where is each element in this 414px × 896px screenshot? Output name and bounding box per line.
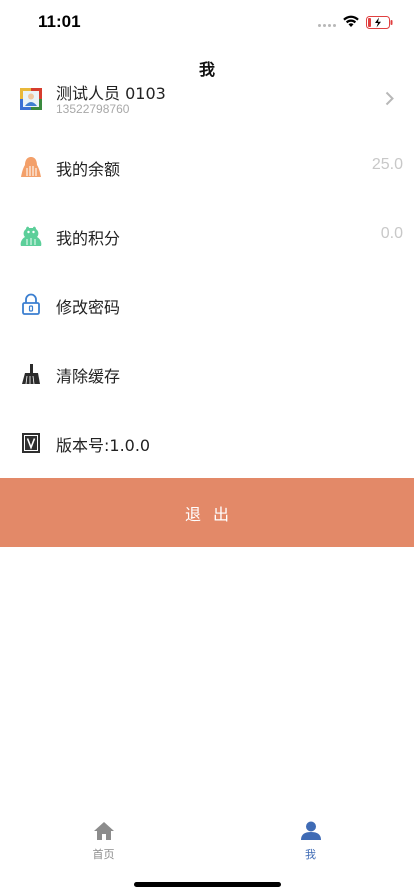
user-card-icon xyxy=(20,88,42,110)
version-row: 版本号:1.0.0 xyxy=(0,409,414,478)
points-icon xyxy=(20,226,42,246)
points-label: 我的积分 xyxy=(56,229,121,248)
tab-home[interactable]: 首页 xyxy=(0,812,207,872)
chevron-right-icon xyxy=(385,91,394,106)
lock-icon xyxy=(22,293,40,315)
wallet-icon xyxy=(21,157,41,177)
points-value: 0.0 xyxy=(380,225,403,242)
clear-cache-label: 清除缓存 xyxy=(56,367,121,386)
home-indicator xyxy=(134,882,281,887)
status-time: 11:01 xyxy=(38,12,81,31)
tab-me[interactable]: 我 xyxy=(207,812,414,872)
home-icon xyxy=(93,822,114,840)
broom-icon xyxy=(22,364,40,385)
tab-me-label: 我 xyxy=(305,848,316,861)
points-row[interactable]: 我的积分 0.0 xyxy=(0,202,414,271)
profile-row[interactable]: 测试人员 0103 13522798760 xyxy=(0,64,414,133)
clear-cache-row[interactable]: 清除缓存 xyxy=(0,340,414,409)
version-label: 版本号:1.0.0 xyxy=(56,436,151,455)
profile-phone: 13522798760 xyxy=(56,102,130,116)
status-bar: 11:01 xyxy=(0,0,414,44)
balance-row[interactable]: 我的余额 25.0 xyxy=(0,133,414,202)
profile-name: 测试人员 0103 xyxy=(56,84,166,103)
person-icon xyxy=(300,821,321,840)
logout-button[interactable]: 退出 xyxy=(0,478,414,547)
tab-home-label: 首页 xyxy=(92,848,115,861)
balance-label: 我的余额 xyxy=(56,160,121,179)
battery-icon xyxy=(366,16,393,29)
wifi-icon xyxy=(343,15,359,27)
change-password-label: 修改密码 xyxy=(56,298,121,317)
change-password-row[interactable]: 修改密码 xyxy=(0,271,414,340)
signal-icon xyxy=(318,24,338,28)
version-icon xyxy=(22,433,40,453)
balance-value: 25.0 xyxy=(371,156,403,173)
